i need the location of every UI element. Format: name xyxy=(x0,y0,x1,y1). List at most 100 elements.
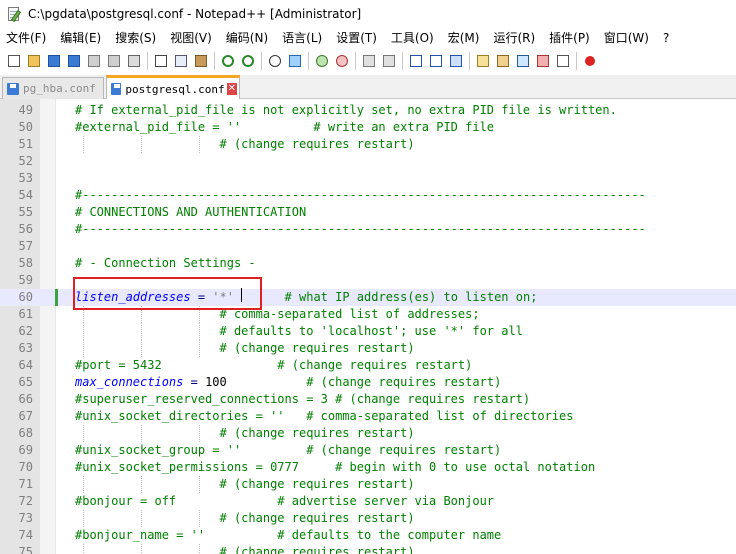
code-line[interactable]: 51 # (change requires restart) xyxy=(0,136,736,153)
line-text: #---------------------------------------… xyxy=(75,222,646,236)
code-line[interactable]: 64 #port = 5432 # (change requires restar… xyxy=(0,357,736,374)
line-text: #port = 5432 # (change requires restart) xyxy=(75,358,473,372)
menu-item-7[interactable]: 工具(O) xyxy=(384,28,441,48)
menu-item-4[interactable]: 编码(N) xyxy=(219,28,275,48)
monitoring-icon[interactable] xyxy=(555,53,571,69)
line-text: # If external_pid_file is not explicitly… xyxy=(75,103,617,117)
tab-postgresql-conf[interactable]: postgresql.conf ✕ xyxy=(106,75,240,100)
code-line[interactable]: 71 # (change requires restart) xyxy=(0,476,736,493)
menu-item-11[interactable]: 窗口(W) xyxy=(597,28,656,48)
code-line[interactable]: 67 #unix_socket_directories = '' # comma-… xyxy=(0,408,736,425)
indent-guide xyxy=(140,476,142,493)
print-icon[interactable] xyxy=(126,53,142,69)
indent-guide xyxy=(83,340,84,357)
code-line[interactable]: 52 xyxy=(0,153,736,170)
new-file-icon[interactable] xyxy=(6,53,22,69)
find-icon[interactable] xyxy=(267,53,283,69)
copy-icon[interactable] xyxy=(173,53,189,69)
line-number: 68 xyxy=(18,426,33,440)
toolbar-separator xyxy=(576,52,577,70)
code-line[interactable]: 75 # (change requires restart) xyxy=(0,544,736,554)
code-line[interactable]: 62 # defaults to 'localhost'; use '*' fo… xyxy=(0,323,736,340)
undo-icon[interactable] xyxy=(220,53,236,69)
show-all-chars-icon[interactable] xyxy=(428,53,444,69)
open-file-icon[interactable] xyxy=(26,53,42,69)
menu-item-2[interactable]: 搜索(S) xyxy=(108,28,163,48)
code-line[interactable]: 54 #-------------------------------------… xyxy=(0,187,736,204)
line-number: 53 xyxy=(18,171,33,185)
menu-item-5[interactable]: 语言(L) xyxy=(275,28,329,48)
save-icon[interactable] xyxy=(46,53,62,69)
code-line[interactable]: 72 #bonjour = off # advertise server via … xyxy=(0,493,736,510)
editor-area[interactable]: 49 # If external_pid_file is not explicit… xyxy=(0,99,736,554)
close-icon[interactable] xyxy=(86,53,102,69)
indent-guide xyxy=(198,323,200,340)
line-number: 63 xyxy=(18,341,33,355)
menu-item-0[interactable]: 文件(F) xyxy=(0,28,53,48)
tab-close-icon[interactable]: ✕ xyxy=(226,83,237,95)
code-line[interactable]: 65 max_connections = 100 # (change requir… xyxy=(0,374,736,391)
cut-icon[interactable] xyxy=(153,53,169,69)
code-line[interactable]: 55 # CONNECTIONS AND AUTHENTICATION xyxy=(0,204,736,221)
zoom-out-icon[interactable] xyxy=(334,53,350,69)
folder-as-workspace-icon[interactable] xyxy=(535,53,551,69)
code-line[interactable]: 73 # (change requires restart) xyxy=(0,510,736,527)
code-line[interactable]: 63 # (change requires restart) xyxy=(0,340,736,357)
menu-item-10[interactable]: 插件(P) xyxy=(542,28,597,48)
save-all-icon[interactable] xyxy=(66,53,82,69)
line-number: 75 xyxy=(18,545,33,554)
code-line[interactable]: 66 #superuser_reserved_connections = 3 # … xyxy=(0,391,736,408)
zoom-in-icon[interactable] xyxy=(314,53,330,69)
sync-horizontal-icon[interactable] xyxy=(381,53,397,69)
code-line[interactable]: 53 xyxy=(0,170,736,187)
indent-guide-icon[interactable] xyxy=(448,53,464,69)
indent-guide xyxy=(140,510,142,527)
code-line[interactable]: 69 #unix_socket_group = '' # (change requ… xyxy=(0,442,736,459)
word-wrap-icon[interactable] xyxy=(408,53,424,69)
line-text: #external_pid_file = '' # write an extra… xyxy=(75,120,495,134)
code-line[interactable]: 58 # - Connection Settings - xyxy=(0,255,736,272)
line-text: #unix_socket_permissions = 0777 # begin … xyxy=(75,460,596,474)
redo-icon[interactable] xyxy=(240,53,256,69)
menu-item-3[interactable]: 视图(V) xyxy=(163,28,219,48)
close-all-icon[interactable] xyxy=(106,53,122,69)
menu-item-12[interactable]: ? xyxy=(656,28,676,48)
indent-guide xyxy=(198,136,200,153)
line-number: 54 xyxy=(18,188,33,202)
menu-item-1[interactable]: 编辑(E) xyxy=(53,28,108,48)
line-number: 67 xyxy=(18,409,33,423)
code-line[interactable]: 56 #-------------------------------------… xyxy=(0,221,736,238)
code-line[interactable]: 50 #external_pid_file = '' # write an ext… xyxy=(0,119,736,136)
indent-guide xyxy=(140,425,142,442)
tab-label: postgresql.conf xyxy=(125,82,225,96)
code-line[interactable]: 70 #unix_socket_permissions = 0777 # begi… xyxy=(0,459,736,476)
line-text: #superuser_reserved_connections = 3 # (c… xyxy=(75,392,531,406)
line-number: 71 xyxy=(18,477,33,491)
saved-file-icon xyxy=(111,83,122,95)
udl-icon[interactable] xyxy=(475,53,491,69)
code-line[interactable]: 57 xyxy=(0,238,736,255)
sync-vertical-icon[interactable] xyxy=(361,53,377,69)
line-number: 70 xyxy=(18,460,33,474)
line-text: #unix_socket_directories = '' # comma-se… xyxy=(75,409,574,423)
menu-item-6[interactable]: 设置(T) xyxy=(329,28,384,48)
record-macro-icon[interactable] xyxy=(582,53,598,69)
function-list-icon[interactable] xyxy=(515,53,531,69)
tab-bar: pg_hba.conf postgresql.conf ✕ xyxy=(0,75,736,100)
tab-pg-hba-conf[interactable]: pg_hba.conf xyxy=(2,77,104,99)
line-number: 62 xyxy=(18,324,33,338)
menu-item-8[interactable]: 宏(M) xyxy=(441,28,487,48)
line-number: 69 xyxy=(18,443,33,457)
code-line[interactable]: 74 #bonjour_name = '' # defaults to the c… xyxy=(0,527,736,544)
replace-icon[interactable] xyxy=(287,53,303,69)
paste-icon[interactable] xyxy=(193,53,209,69)
indent-guide xyxy=(140,544,142,554)
code-line[interactable]: 68 # (change requires restart) xyxy=(0,425,736,442)
doc-map-icon[interactable] xyxy=(495,53,511,69)
line-number: 65 xyxy=(18,375,33,389)
code-line[interactable]: 49 # If external_pid_file is not explicit… xyxy=(0,102,736,119)
line-text: # (change requires restart) xyxy=(75,477,415,491)
line-text: #unix_socket_group = '' # (change requir… xyxy=(75,443,502,457)
menu-item-9[interactable]: 运行(R) xyxy=(486,28,542,48)
toolbar xyxy=(0,48,736,74)
